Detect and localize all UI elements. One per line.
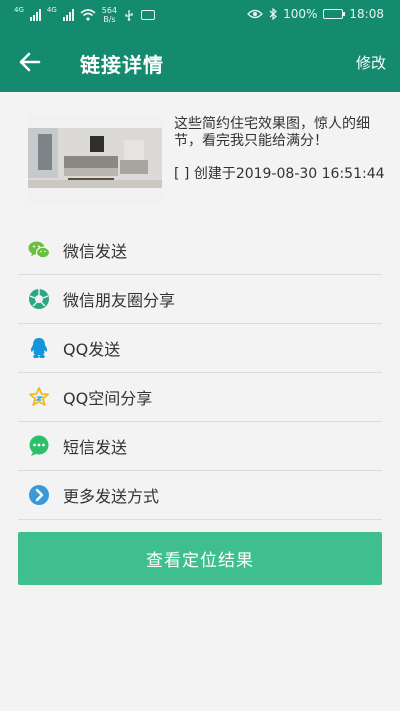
share-moments-label: 微信朋友圈分享: [63, 291, 176, 310]
network-speed: 564 B/s: [102, 6, 117, 24]
moments-icon: [28, 288, 50, 310]
more-icon: [28, 484, 50, 506]
edit-button[interactable]: 修改: [356, 52, 386, 73]
wechat-icon: [28, 239, 50, 261]
signal-icon-2: [62, 9, 74, 21]
clock: 18:08: [349, 7, 384, 21]
created-prefix: [ ]: [174, 166, 190, 182]
eye-icon: [247, 9, 264, 19]
article-title: 这些简约住宅效果图，惊人的细节，看完我只能给满分！: [174, 116, 370, 149]
share-options: 微信发送 微信朋友圈分享 QQ发送 QQ空间分享 短信发送 更多发送方式: [18, 226, 382, 520]
arrow-left-icon: [19, 52, 41, 72]
article-thumbnail: [28, 114, 162, 204]
sim1-label: 4G: [14, 6, 24, 14]
notification-icon: [141, 10, 156, 20]
share-more-item[interactable]: 更多发送方式: [18, 471, 382, 520]
share-more-label: 更多发送方式: [63, 487, 160, 506]
speed-unit: B/s: [103, 15, 116, 24]
sim2-label: 4G: [46, 6, 57, 14]
view-location-result-button[interactable]: 查看定位结果: [18, 532, 382, 585]
created-time: [ ] 创建于2019-08-30 16:51:44: [174, 166, 390, 183]
signal-icon: [29, 9, 41, 21]
created-label: 创建于2019-08-30 16:51:44: [193, 166, 385, 182]
share-sms-item[interactable]: 短信发送: [18, 422, 382, 471]
back-button[interactable]: [16, 48, 46, 76]
battery-percent: 100%: [283, 7, 318, 21]
share-qq-label: QQ发送: [63, 340, 121, 359]
article-card[interactable]: 这些简约住宅效果图，惊人的细节，看完我只能给满分！ [ ] 创建于2019-08…: [28, 112, 388, 212]
living-room-image: [28, 114, 162, 204]
status-bar: 4G 4G 564 B/s 100% 18:08: [0, 0, 400, 32]
share-wechat-label: 微信发送: [63, 242, 128, 261]
battery-icon: [323, 9, 346, 19]
usb-icon: [125, 10, 133, 21]
speed-value: 564: [101, 6, 118, 15]
bluetooth-icon: [269, 8, 278, 20]
sms-icon: [28, 435, 50, 457]
share-sms-label: 短信发送: [63, 438, 128, 457]
qq-icon: [28, 337, 50, 359]
share-wechat-item[interactable]: 微信发送: [18, 226, 382, 275]
app-bar: 链接详情 修改: [0, 32, 400, 92]
share-qq-item[interactable]: QQ发送: [18, 324, 382, 373]
wifi-icon: [80, 9, 96, 21]
share-moments-item[interactable]: 微信朋友圈分享: [18, 275, 382, 324]
share-qzone-label: QQ空间分享: [63, 389, 153, 408]
qzone-icon: [28, 386, 50, 408]
share-qzone-item[interactable]: QQ空间分享: [18, 373, 382, 422]
page-title: 链接详情: [80, 53, 164, 77]
